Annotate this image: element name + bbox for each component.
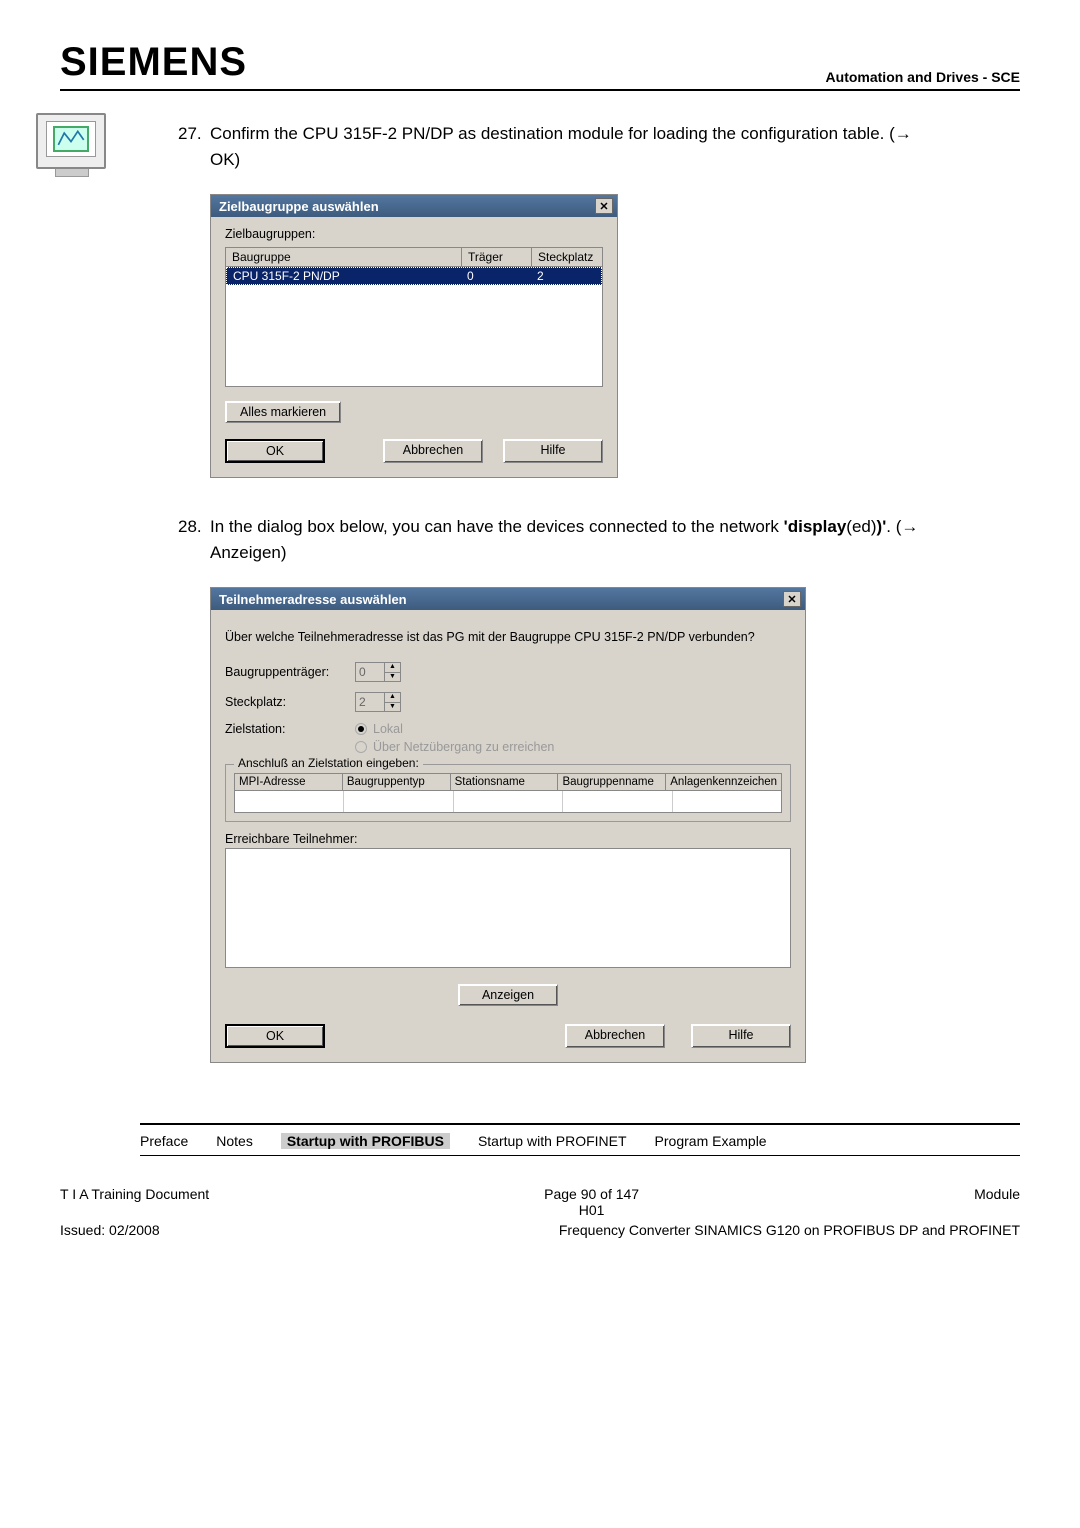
footer-subtitle: Frequency Converter SINAMICS G120 on PRO… (559, 1222, 1020, 1238)
steckplatz-label: Steckplatz: (225, 695, 355, 709)
cell-steckplatz: 2 (531, 268, 601, 284)
step-text: Confirm the CPU 315F-2 PN/DP as destinat… (210, 121, 1000, 172)
ok-button[interactable]: OK (225, 439, 325, 463)
dialog-zielbaugruppe: Zielbaugruppe auswählen ✕ Zielbaugruppen… (210, 194, 618, 478)
steckplatz-stepper[interactable]: ▲▼ (355, 692, 401, 712)
step-28-bold1: 'display (784, 517, 847, 536)
chevron-up-icon[interactable]: ▲ (385, 693, 400, 703)
footer-issued: Issued: 02/2008 (60, 1222, 160, 1238)
chevron-up-icon[interactable]: ▲ (385, 663, 400, 673)
col-mpi-adresse: MPI-Adresse (235, 774, 343, 790)
zielstation-label: Zielstation: (225, 722, 355, 736)
close-icon[interactable]: ✕ (595, 198, 613, 214)
chevron-down-icon[interactable]: ▼ (385, 703, 400, 712)
col-baugruppenname: Baugruppenname (558, 774, 666, 790)
col-baugruppe: Baugruppe (226, 248, 462, 266)
dialog2-title: Teilnehmeradresse auswählen (219, 592, 407, 607)
step-28-part-a: In the dialog box below, you can have th… (210, 517, 784, 536)
step-28-part-b: (ed) (846, 517, 876, 536)
cell-input[interactable] (454, 791, 563, 812)
table-header: Baugruppe Träger Steckplatz (226, 248, 602, 267)
header-subtitle: Automation and Drives - SCE (826, 69, 1020, 85)
step-number: 27. (178, 121, 210, 172)
step-number: 28. (178, 514, 210, 565)
abbrechen-button[interactable]: Abbrechen (565, 1024, 665, 1048)
steckplatz-input[interactable] (356, 693, 384, 711)
erreichbare-listbox[interactable] (225, 848, 791, 968)
radio-netzuebergang-label: Über Netzübergang zu erreichen (373, 740, 554, 754)
zielbaugruppen-label: Zielbaugruppen: (225, 227, 603, 241)
radio-netzuebergang[interactable] (355, 741, 367, 753)
step-27-line2: OK) (210, 150, 240, 169)
footer-page: Page 90 of 147 (544, 1186, 639, 1202)
tab-program-example[interactable]: Program Example (655, 1133, 767, 1149)
footer-h01: H01 (579, 1202, 605, 1218)
step-28-part-d: Anzeigen) (210, 543, 287, 562)
baugruppentraeger-label: Baugruppenträger: (225, 665, 355, 679)
anschluss-group-title: Anschluß an Zielstation eingeben: (234, 756, 423, 770)
footer-doc-title: T I A Training Document (60, 1186, 209, 1218)
row-steckplatz: Steckplatz: ▲▼ (225, 692, 791, 712)
hilfe-button[interactable]: Hilfe (503, 439, 603, 463)
row-baugruppentraeger: Baugruppenträger: ▲▼ (225, 662, 791, 682)
cell-input[interactable] (235, 791, 344, 812)
table-row[interactable]: CPU 315F-2 PN/DP 0 2 (226, 267, 602, 285)
step-27: 27. Confirm the CPU 315F-2 PN/DP as dest… (178, 121, 1000, 172)
col-stationsname: Stationsname (451, 774, 559, 790)
footer-module: Module (974, 1186, 1020, 1218)
baugruppentraeger-stepper[interactable]: ▲▼ (355, 662, 401, 682)
alles-markieren-button[interactable]: Alles markieren (225, 401, 341, 423)
siemens-logo: SIEMENS (60, 40, 247, 85)
tab-startup-profibus[interactable]: Startup with PROFIBUS (281, 1133, 450, 1149)
ok-button[interactable]: OK (225, 1024, 325, 1048)
cell-input[interactable] (563, 791, 672, 812)
dialog2-titlebar: Teilnehmeradresse auswählen ✕ (211, 588, 805, 610)
step-28-bold2: )' (877, 517, 887, 536)
abbrechen-button[interactable]: Abbrechen (383, 439, 483, 463)
baugruppentraeger-input[interactable] (356, 663, 384, 681)
tab-preface[interactable]: Preface (140, 1133, 188, 1149)
col-baugruppentyp: Baugruppentyp (343, 774, 451, 790)
anschluss-columns: MPI-Adresse Baugruppentyp Stationsname B… (234, 773, 782, 791)
radio-lokal-label: Lokal (373, 722, 403, 736)
col-traeger: Träger (462, 248, 532, 266)
content-area: 27. Confirm the CPU 315F-2 PN/DP as dest… (178, 121, 1000, 1063)
section-tabs: Preface Notes Startup with PROFIBUS Star… (140, 1123, 1020, 1156)
close-icon[interactable]: ✕ (783, 591, 801, 607)
anzeigen-button[interactable]: Anzeigen (458, 984, 558, 1006)
cell-baugruppe: CPU 315F-2 PN/DP (227, 268, 461, 284)
erreichbare-label: Erreichbare Teilnehmer: (225, 832, 791, 846)
footer-meta-2: Issued: 02/2008 Frequency Converter SINA… (0, 1222, 1080, 1268)
cell-input[interactable] (344, 791, 453, 812)
hilfe-button[interactable]: Hilfe (691, 1024, 791, 1048)
monitor-icon (36, 113, 108, 179)
dialog-teilnehmeradresse: Teilnehmeradresse auswählen ✕ Über welch… (210, 587, 806, 1063)
tab-notes[interactable]: Notes (216, 1133, 253, 1149)
chevron-down-icon[interactable]: ▼ (385, 673, 400, 682)
step-text: In the dialog box below, you can have th… (210, 514, 1000, 565)
dialog1-titlebar: Zielbaugruppe auswählen ✕ (211, 195, 617, 217)
cell-input[interactable] (673, 791, 781, 812)
page-header: SIEMENS Automation and Drives - SCE (60, 40, 1020, 91)
col-steckplatz: Steckplatz (532, 248, 602, 266)
radio-lokal[interactable] (355, 723, 367, 735)
step-27-line1: Confirm the CPU 315F-2 PN/DP as destinat… (210, 124, 912, 143)
step-28-part-c: . (→ (886, 517, 918, 536)
dialog2-description: Über welche Teilnehmeradresse ist das PG… (225, 630, 791, 644)
anschluss-group: Anschluß an Zielstation eingeben: MPI-Ad… (225, 764, 791, 822)
col-anlagenkennzeichen: Anlagenkennzeichen (666, 774, 781, 790)
anschluss-input-row[interactable] (234, 791, 782, 813)
row-zielstation: Zielstation: Lokal Über Netzübergang zu … (225, 722, 791, 754)
step-28: 28. In the dialog box below, you can hav… (178, 514, 1000, 565)
tab-startup-profinet[interactable]: Startup with PROFINET (478, 1133, 627, 1149)
module-table[interactable]: Baugruppe Träger Steckplatz CPU 315F-2 P… (225, 247, 603, 387)
cell-traeger: 0 (461, 268, 531, 284)
dialog1-title: Zielbaugruppe auswählen (219, 199, 379, 214)
footer-meta-1: T I A Training Document Page 90 of 147 H… (0, 1176, 1080, 1222)
